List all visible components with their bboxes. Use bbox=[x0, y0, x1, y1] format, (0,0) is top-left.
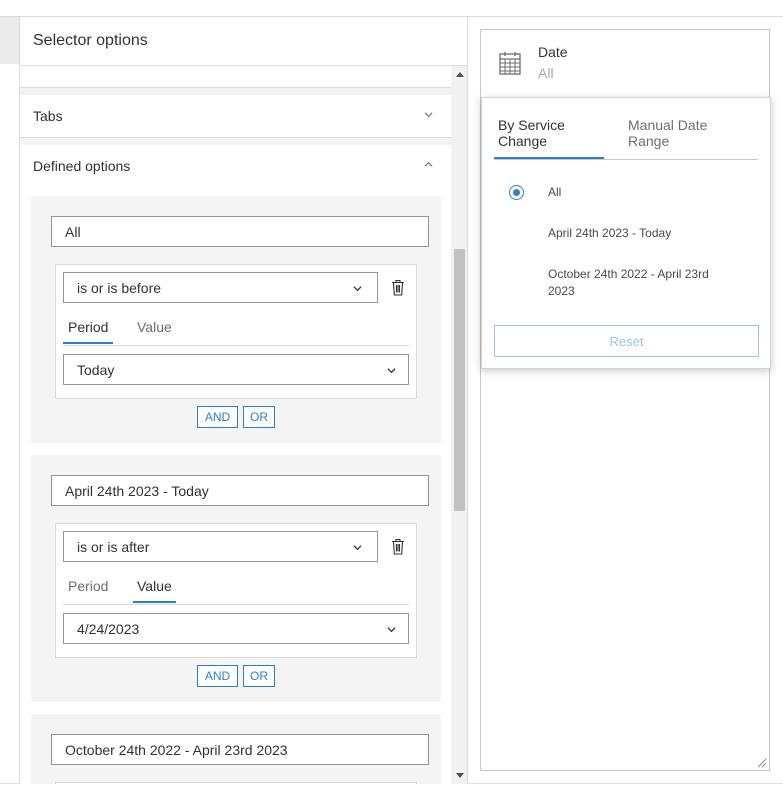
tab-period[interactable]: Period bbox=[68, 578, 108, 594]
panel-header: Selector options bbox=[20, 17, 467, 66]
chevron-down-icon bbox=[424, 112, 433, 118]
option-card: All is or is before Period Value Today A… bbox=[31, 196, 441, 443]
resize-grip-icon[interactable] bbox=[757, 758, 767, 768]
scrollbar-thumb[interactable] bbox=[454, 249, 465, 511]
delete-condition-button[interactable] bbox=[386, 533, 410, 559]
period-select[interactable]: Today bbox=[63, 354, 409, 385]
date-selector-title: Date bbox=[538, 44, 568, 60]
reset-button[interactable]: Reset bbox=[494, 325, 759, 357]
tab-divider bbox=[494, 159, 758, 160]
choice-oct-2022-apr-2023[interactable]: October 24th 2022 - April 23rd 2023 bbox=[548, 266, 738, 300]
chevron-down-icon bbox=[353, 286, 362, 292]
or-button[interactable]: OR bbox=[243, 665, 275, 687]
condition-box: is or is before Period Value Today bbox=[55, 264, 417, 399]
section-gap bbox=[20, 88, 451, 95]
option-name-input[interactable]: All bbox=[51, 216, 429, 247]
option-name-input[interactable]: October 24th 2022 - April 23rd 2023 bbox=[51, 734, 429, 765]
defined-options-section-header[interactable]: Defined options bbox=[20, 145, 451, 187]
date-selector-header[interactable]: Date All bbox=[481, 30, 769, 96]
defined-options-label: Defined options bbox=[33, 158, 131, 174]
tab-manual-date-range[interactable]: Manual Date Range bbox=[628, 117, 738, 149]
segment-divider bbox=[63, 345, 409, 346]
date-value: 4/24/2023 bbox=[77, 621, 140, 637]
tab-value[interactable]: Value bbox=[137, 319, 172, 335]
operator-select[interactable]: is or is before bbox=[63, 272, 378, 303]
tab-by-service-change[interactable]: By Service Change bbox=[498, 117, 590, 149]
active-segment-indicator bbox=[133, 601, 176, 603]
option-card: October 24th 2022 - April 23rd 2023 bbox=[31, 714, 441, 784]
tab-value[interactable]: Value bbox=[137, 578, 172, 594]
scroll-down-arrow-icon[interactable] bbox=[456, 773, 464, 778]
condition-box: is or is after Period Value 4/24/2023 bbox=[55, 523, 417, 658]
trash-icon bbox=[392, 538, 404, 555]
chevron-down-icon bbox=[387, 368, 396, 374]
operator-value: is or is after bbox=[77, 539, 150, 555]
selector-options-panel: Selector options Tabs Defined options Al… bbox=[19, 17, 468, 784]
option-name-input[interactable]: April 24th 2023 - Today bbox=[51, 475, 429, 506]
vertical-scrollbar[interactable] bbox=[451, 66, 467, 784]
segment-divider bbox=[63, 604, 409, 605]
panel-title: Selector options bbox=[33, 32, 148, 49]
date-selector-dropdown: By Service Change Manual Date Range All … bbox=[481, 97, 771, 369]
section-gap bbox=[20, 138, 451, 145]
operator-select[interactable]: is or is after bbox=[63, 531, 378, 562]
tab-period[interactable]: Period bbox=[68, 319, 108, 335]
chevron-down-icon bbox=[387, 627, 396, 633]
condition-box bbox=[55, 782, 417, 784]
operator-value: is or is before bbox=[77, 280, 162, 296]
radio-selected-icon[interactable] bbox=[509, 185, 524, 200]
active-segment-indicator bbox=[63, 342, 113, 344]
defined-options-list: All is or is before Period Value Today A… bbox=[20, 194, 451, 784]
choice-april-2023-today[interactable]: April 24th 2023 - Today bbox=[548, 225, 738, 242]
delete-condition-button[interactable] bbox=[386, 274, 410, 300]
panel-scroll-area[interactable]: Tabs Defined options All is or is before bbox=[20, 66, 451, 784]
tabs-section-label: Tabs bbox=[33, 108, 63, 124]
or-button[interactable]: OR bbox=[243, 406, 275, 428]
active-tab-indicator bbox=[494, 157, 604, 159]
date-value-select[interactable]: 4/24/2023 bbox=[63, 613, 409, 644]
and-button[interactable]: AND bbox=[197, 665, 238, 687]
option-card: April 24th 2023 - Today is or is after P… bbox=[31, 455, 441, 702]
date-selector-current-value: All bbox=[538, 65, 554, 81]
chevron-up-icon bbox=[424, 161, 433, 167]
tabs-section-header[interactable]: Tabs bbox=[20, 95, 451, 137]
left-gutter bbox=[0, 17, 19, 64]
trash-icon bbox=[392, 279, 404, 296]
period-value: Today bbox=[77, 362, 115, 378]
choice-all[interactable]: All bbox=[548, 184, 738, 201]
chevron-down-icon bbox=[353, 545, 362, 551]
scroll-up-arrow-icon[interactable] bbox=[456, 72, 464, 77]
previous-section-end bbox=[20, 66, 451, 88]
calendar-icon bbox=[499, 52, 521, 75]
and-button[interactable]: AND bbox=[197, 406, 238, 428]
